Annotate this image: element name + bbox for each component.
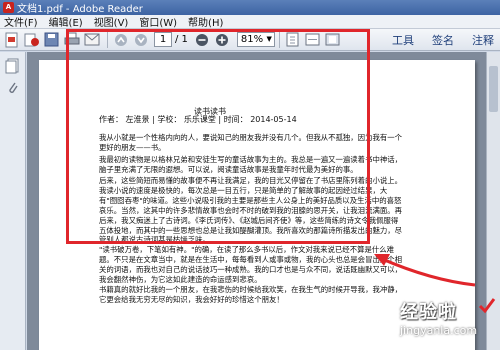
paragraph-5: 书籍真的就好比我的一个朋友，在我悲伤的时候给我欢笑，在我生气的时候开导我，我冲静… <box>99 285 403 304</box>
adobe-reader-icon: A <box>3 2 14 13</box>
create-pdf-icon[interactable] <box>3 31 20 48</box>
watermark: 经验啦 jingyanla.com <box>400 292 496 347</box>
acrobat-online-icon[interactable] <box>23 31 40 48</box>
watermark-url: jingyanla.com <box>400 324 478 337</box>
attachments-icon[interactable] <box>5 80 21 96</box>
menu-window[interactable]: 窗口(W) <box>139 14 177 29</box>
title-bar: A 文档1.pdf - Adobe Reader <box>0 0 500 15</box>
annotation-arrow <box>374 254 476 287</box>
menu-view[interactable]: 视图(V) <box>94 14 129 29</box>
highlight-box <box>66 29 370 244</box>
window-title: 文档1.pdf - Adobe Reader <box>17 4 143 15</box>
navigation-sidebar <box>0 52 26 350</box>
sign-button[interactable]: 签名 <box>432 32 454 48</box>
save-icon[interactable] <box>43 31 60 48</box>
menu-help[interactable]: 帮助(H) <box>188 14 223 29</box>
menu-bar: 文件(F) 编辑(E) 视图(V) 窗口(W) 帮助(H) <box>0 15 500 29</box>
menu-edit[interactable]: 编辑(E) <box>49 14 83 29</box>
menu-file[interactable]: 文件(F) <box>4 14 38 29</box>
watermark-text: 经验啦 <box>400 302 457 323</box>
scrollbar-thumb[interactable] <box>489 66 498 112</box>
toolbar-right: 工具 签名 注释 <box>374 29 494 51</box>
paragraph-4: "读书破万卷，下笔如有神。"的确，在读了那么多书以后，作文对我来说已经不算是什么… <box>99 245 403 284</box>
comment-button[interactable]: 注释 <box>472 32 494 48</box>
checkmark-icon <box>478 298 496 314</box>
tools-button[interactable]: 工具 <box>392 32 414 48</box>
page-thumbnails-icon[interactable] <box>5 58 21 74</box>
